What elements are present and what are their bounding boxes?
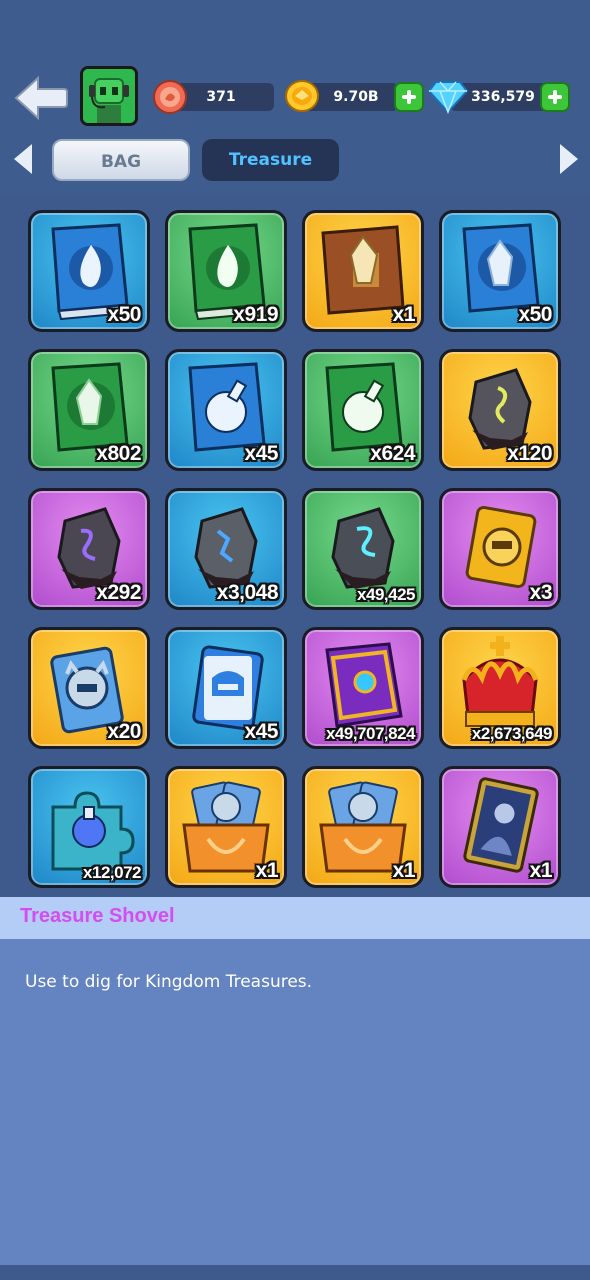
item-quantity: x2,673,649 <box>471 724 553 743</box>
add-gems-button[interactable] <box>540 82 570 112</box>
item-quantity: x624 <box>370 442 415 465</box>
inventory-item[interactable]: x3,048 <box>165 488 287 610</box>
item-detail-header: Treasure Shovel <box>0 897 590 939</box>
item-quantity: x120 <box>507 442 552 465</box>
inventory-item[interactable]: x1 <box>302 766 424 888</box>
inventory-item[interactable]: x49,707,824 <box>302 627 424 749</box>
item-detail-description: Use to dig for Kingdom Treasures. <box>25 972 313 992</box>
item-quantity: x12,072 <box>83 863 141 882</box>
inventory-item[interactable]: x45 <box>165 627 287 749</box>
item-quantity: x50 <box>107 303 141 326</box>
inventory-item[interactable]: x1 <box>165 766 287 888</box>
item-quantity: x1 <box>529 859 553 882</box>
robot-avatar-icon <box>83 69 135 123</box>
tab-right-arrow-icon[interactable] <box>556 142 582 176</box>
inventory-item[interactable]: x802 <box>28 349 150 471</box>
inventory-item[interactable]: x624 <box>302 349 424 471</box>
inventory-item[interactable]: x12,072 <box>28 766 150 888</box>
inventory-item[interactable]: x3 <box>439 488 561 610</box>
gold-coin-icon <box>285 80 319 112</box>
item-quantity: x45 <box>244 442 278 465</box>
item-quantity: x49,425 <box>357 585 415 604</box>
item-quantity: x802 <box>96 442 141 465</box>
inventory-item[interactable]: x50 <box>28 210 150 332</box>
inventory-grid: x50 x919 x1 x50 x802 x45 x624 x120 x292 … <box>0 195 590 897</box>
inventory-item[interactable]: x49,425 <box>302 488 424 610</box>
item-quantity: x20 <box>107 720 141 743</box>
back-arrow-icon[interactable] <box>14 74 68 122</box>
inventory-item[interactable]: x45 <box>165 349 287 471</box>
bottom-strip <box>0 1265 590 1280</box>
player-avatar[interactable] <box>80 66 138 126</box>
top-bar: 371 9.70B 336,579 BAG Treasure <box>0 0 590 195</box>
item-detail-panel: Use to dig for Kingdom Treasures. <box>0 939 590 1265</box>
energy-value: 371 <box>206 89 236 105</box>
inventory-item[interactable]: x1 <box>439 766 561 888</box>
item-quantity: x1 <box>255 859 279 882</box>
diamond-gem-icon <box>428 81 468 114</box>
inventory-item[interactable]: x2,673,649 <box>439 627 561 749</box>
inventory-item[interactable]: x919 <box>165 210 287 332</box>
item-quantity: x45 <box>244 720 278 743</box>
tab-left-arrow-icon[interactable] <box>10 142 36 176</box>
item-quantity: x919 <box>233 303 278 326</box>
inventory-item[interactable]: x50 <box>439 210 561 332</box>
item-quantity: x50 <box>518 303 552 326</box>
item-quantity: x1 <box>392 303 416 326</box>
energy-medal-icon <box>153 80 187 114</box>
gold-value: 9.70B <box>333 89 379 105</box>
tab-bag[interactable]: BAG <box>52 139 190 181</box>
inventory-item[interactable]: x120 <box>439 349 561 471</box>
add-gold-button[interactable] <box>394 82 424 112</box>
item-detail-title: Treasure Shovel <box>20 905 175 927</box>
inventory-item[interactable]: x292 <box>28 488 150 610</box>
tab-treasure[interactable]: Treasure <box>202 139 339 181</box>
item-quantity: x1 <box>392 859 416 882</box>
item-quantity: x3,048 <box>216 581 279 604</box>
gems-value: 336,579 <box>471 89 535 105</box>
item-quantity: x3 <box>529 581 553 604</box>
item-quantity: x292 <box>96 581 141 604</box>
inventory-item[interactable]: x1 <box>302 210 424 332</box>
item-quantity: x49,707,824 <box>325 724 416 743</box>
inventory-item[interactable]: x20 <box>28 627 150 749</box>
